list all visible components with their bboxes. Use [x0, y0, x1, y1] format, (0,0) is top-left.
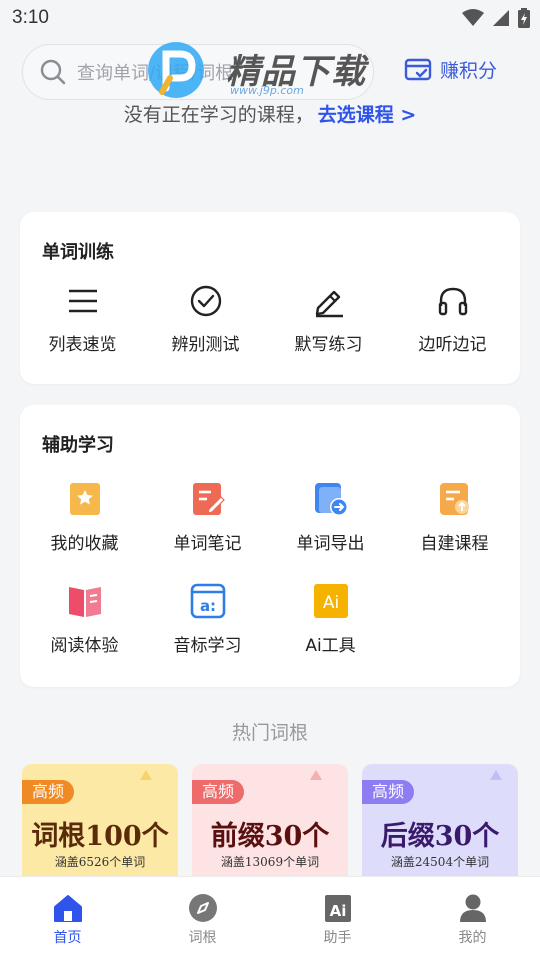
dictation-practice-label: 默写练习 [294, 335, 363, 355]
search-row: 查询单词/课程/词根 赚积分 [22, 44, 518, 100]
aux-learning-card: 辅助学习 我的收藏 单词笔记 单词导出 自建课程 阅读体验 a: 音标学习 Ai… [20, 405, 520, 687]
word-training-card: 单词训练 列表速览 辨别测试 默写练习 边听边记 [20, 212, 520, 384]
home-icon [53, 895, 82, 922]
no-course-message: 没有正在学习的课程， 去选课程 > [0, 100, 540, 127]
ai-assistant-icon: Ai [324, 895, 351, 922]
word-notes-label: 单词笔记 [173, 534, 242, 554]
listen-memorize-label: 边听边记 [418, 335, 487, 355]
ai-tools-button[interactable]: Ai Ai工具 [268, 583, 393, 656]
reading-experience-label: 阅读体验 [50, 636, 119, 656]
identify-test-button[interactable]: 辨别测试 [143, 284, 268, 355]
list-overview-button[interactable]: 列表速览 [20, 284, 145, 355]
ai-icon: Ai [313, 584, 348, 618]
signal-icon [493, 10, 509, 26]
my-favorites-label: 我的收藏 [50, 534, 119, 554]
phonetic-learning-label: 音标学习 [173, 636, 242, 656]
earn-points-button[interactable]: 赚积分 [404, 56, 497, 83]
custom-course-button[interactable]: 自建课程 [392, 481, 517, 554]
status-bar: 3:10 [0, 0, 540, 36]
dictation-practice-button[interactable]: 默写练习 [266, 284, 391, 355]
search-icon [40, 59, 66, 85]
wifi-icon [462, 9, 484, 26]
battery-icon [518, 8, 530, 28]
hot-card-title: 词根100个 [31, 821, 169, 852]
word-training-title: 单词训练 [42, 242, 114, 263]
hot-roots-title: 热门词根 [231, 722, 308, 744]
svg-text:a:: a: [199, 597, 215, 615]
hot-card-subtitle: 涵盖24504个单词 [390, 855, 490, 869]
hot-card-title: 后缀30个 [380, 821, 500, 852]
status-time: 3:10 [12, 7, 49, 28]
decor-triangle [490, 770, 502, 780]
identify-test-label: 辨别测试 [171, 335, 240, 355]
phonetic-learning-button[interactable]: a: 音标学习 [145, 583, 270, 656]
tab-assistant[interactable]: Ai 助手 [270, 877, 405, 960]
hot-card-prefixes[interactable]: 高频 前缀30个 涵盖13069个单词 [192, 764, 348, 894]
my-favorites-button[interactable]: 我的收藏 [22, 481, 147, 554]
status-icons [462, 8, 530, 28]
note-icon [192, 483, 225, 515]
word-export-label: 单词导出 [296, 534, 365, 554]
bottom-tab-bar: 首页 词根 Ai 助手 我的 [0, 876, 540, 960]
book-icon [68, 587, 101, 617]
tab-roots[interactable]: 词根 [135, 877, 270, 960]
no-course-text: 没有正在学习的课程， [123, 104, 314, 126]
compass-icon [188, 894, 217, 922]
listen-memorize-button[interactable]: 边听边记 [390, 284, 515, 355]
hot-card-badge: 高频 [362, 780, 415, 804]
hot-card-subtitle: 涵盖13069个单词 [220, 855, 320, 869]
tab-home[interactable]: 首页 [0, 877, 135, 960]
tab-mine-label: 我的 [458, 930, 487, 946]
decor-triangle [140, 770, 152, 780]
hot-card-title: 前缀30个 [210, 821, 330, 852]
profile-icon [459, 894, 486, 922]
list-icon [68, 289, 97, 313]
search-placeholder: 查询单词/课程/词根 [77, 63, 234, 84]
tab-assistant-label: 助手 [323, 930, 352, 946]
tab-roots-label: 词根 [188, 930, 217, 946]
aux-learning-title: 辅助学习 [42, 435, 114, 456]
custom-course-label: 自建课程 [420, 534, 489, 554]
custom-course-icon [439, 483, 469, 515]
svg-text:Ai: Ai [322, 593, 338, 613]
decor-triangle [310, 770, 322, 780]
ai-tools-label: Ai工具 [305, 636, 356, 656]
choose-course-link[interactable]: 去选课程 > [318, 104, 417, 126]
search-input[interactable]: 查询单词/课程/词根 [22, 44, 374, 100]
word-export-button[interactable]: 单词导出 [268, 481, 393, 554]
export-icon [314, 483, 348, 516]
reading-experience-button[interactable]: 阅读体验 [22, 583, 147, 656]
earn-points-icon [404, 58, 432, 80]
phonetic-icon: a: [190, 583, 225, 619]
hot-card-badge: 高频 [22, 780, 75, 804]
hot-card-badge: 高频 [192, 780, 245, 804]
star-bookmark-icon [69, 483, 100, 515]
check-circle-icon [190, 285, 221, 317]
hot-card-roots[interactable]: 高频 词根100个 涵盖6526个单词 [22, 764, 178, 894]
pencil-icon [315, 290, 343, 318]
hot-card-subtitle: 涵盖6526个单词 [54, 855, 146, 869]
svg-text:Ai: Ai [329, 902, 346, 920]
word-notes-button[interactable]: 单词笔记 [145, 481, 270, 554]
earn-points-label: 赚积分 [440, 60, 498, 82]
list-overview-label: 列表速览 [48, 335, 117, 355]
hot-card-suffixes[interactable]: 高频 后缀30个 涵盖24504个单词 [362, 764, 518, 894]
tab-home-label: 首页 [53, 930, 82, 946]
headphones-icon [438, 287, 467, 316]
tab-mine[interactable]: 我的 [405, 877, 540, 960]
